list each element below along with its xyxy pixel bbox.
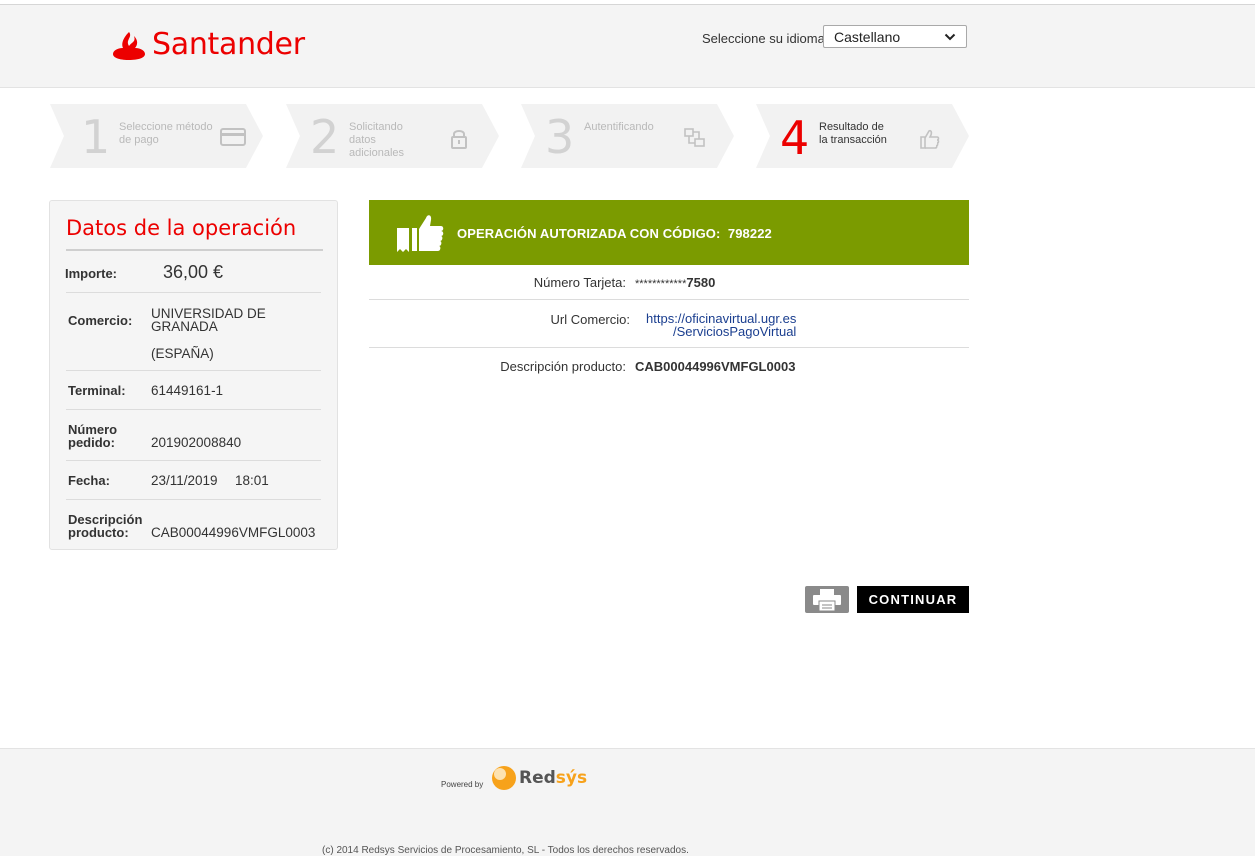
date-value: 23/11/2019	[151, 473, 218, 488]
step-4: 4 Resultado de la transacción	[756, 104, 970, 168]
product-description-label: Descripción producto:	[500, 359, 626, 374]
print-button[interactable]	[805, 586, 849, 613]
brand-name: Santander	[152, 27, 305, 62]
terminal-value: 61449161-1	[151, 383, 224, 398]
powered-by-label: Powered by	[441, 780, 484, 789]
thumbs-up-icon	[920, 129, 940, 149]
redsys-circle-icon	[492, 766, 516, 790]
printer-icon	[813, 588, 841, 611]
lock-icon	[451, 130, 467, 149]
merchant-value: UNIVERSIDAD DE GRANADA	[151, 306, 266, 334]
language-label: Seleccione su idioma	[702, 31, 825, 46]
merchant-url-link[interactable]: https://oficinavirtual.ugr.es /Servicios…	[642, 312, 796, 338]
divider	[369, 299, 969, 300]
card-number-mask: ************	[635, 278, 687, 290]
date-label: Fecha:	[68, 473, 110, 488]
card-number-label: Número Tarjeta:	[533, 275, 626, 290]
step-3: 3 Autentificando	[521, 104, 735, 168]
divider	[66, 499, 321, 500]
order-value: 201902008840	[151, 435, 242, 450]
card-number-last-digits: 7580	[686, 275, 716, 290]
divider	[66, 249, 323, 251]
amount-label: Importe:	[65, 266, 117, 281]
santander-flame-icon	[113, 31, 145, 60]
terminal-label: Terminal:	[68, 383, 126, 398]
divider	[66, 409, 321, 410]
redsys-brand: Redsýs	[519, 768, 587, 788]
step-label: Autentificando	[584, 121, 654, 133]
product-value: CAB00044996VMFGL0003	[151, 525, 316, 540]
product-description-value: CAB00044996VMFGL0003	[635, 359, 796, 374]
merchant-url-line2: /ServiciosPagoVirtual	[673, 324, 797, 339]
chevron-down-icon	[944, 33, 956, 40]
divider	[66, 292, 321, 293]
step-label: Solicitando datos adicionales	[349, 121, 405, 159]
step-number: 4	[780, 111, 810, 165]
step-number: 1	[81, 110, 111, 164]
authorization-banner: OPERACIÓN AUTORIZADA CON CÓDIGO: 798222	[369, 200, 969, 265]
language-selected-value: Castellano	[834, 28, 901, 45]
step-label: Seleccione método de pago	[119, 121, 213, 146]
product-label: Descripción producto:	[68, 512, 143, 540]
authorization-text: OPERACIÓN AUTORIZADA CON CÓDIGO:	[457, 226, 721, 241]
divider	[66, 460, 321, 461]
merchant-url-label: Url Comercio:	[550, 312, 630, 327]
continue-button[interactable]: CONTINUAR	[857, 586, 969, 613]
copyright-text: (c) 2014 Redsys Servicios de Procesamien…	[322, 845, 689, 856]
merchant-country: (ESPAÑA)	[151, 346, 214, 361]
authentication-icon	[684, 128, 705, 147]
footer: Powered by Redsýs (c) 2014 Redsys Servic…	[0, 748, 1255, 856]
time-value: 18:01	[235, 473, 269, 488]
credit-card-icon	[220, 128, 246, 146]
redsys-logo: Redsýs	[491, 765, 587, 791]
operation-data-panel: Datos de la operación Importe: 36,00 € C…	[49, 200, 338, 550]
divider	[369, 347, 969, 348]
order-label: Número pedido:	[68, 422, 118, 450]
step-1: 1 Seleccione método de pago	[50, 104, 264, 168]
merchant-label: Comercio:	[68, 313, 133, 328]
step-2: 2 Solicitando datos adicionales	[286, 104, 500, 168]
progress-steps: 1 Seleccione método de pago 2 Solicitand…	[50, 104, 970, 170]
redsys-brand-text: Redsýs	[519, 768, 588, 788]
receipt-thumbs-up-icon	[397, 215, 444, 252]
divider	[66, 370, 321, 371]
authorization-message: OPERACIÓN AUTORIZADA CON CÓDIGO: 798222	[457, 226, 772, 241]
step-number: 3	[545, 110, 575, 164]
authorization-code: 798222	[727, 226, 772, 241]
step-label: Resultado de la transacción	[819, 121, 887, 146]
amount-value: 36,00 €	[163, 262, 224, 282]
santander-logo[interactable]: Santander	[112, 27, 305, 62]
language-select[interactable]: Castellano	[823, 25, 967, 48]
step-number: 2	[310, 110, 340, 164]
header: Santander Seleccione su idioma Castellan…	[0, 5, 1255, 88]
card-number-value: ************7580	[635, 275, 715, 290]
panel-title: Datos de la operación	[66, 216, 297, 240]
